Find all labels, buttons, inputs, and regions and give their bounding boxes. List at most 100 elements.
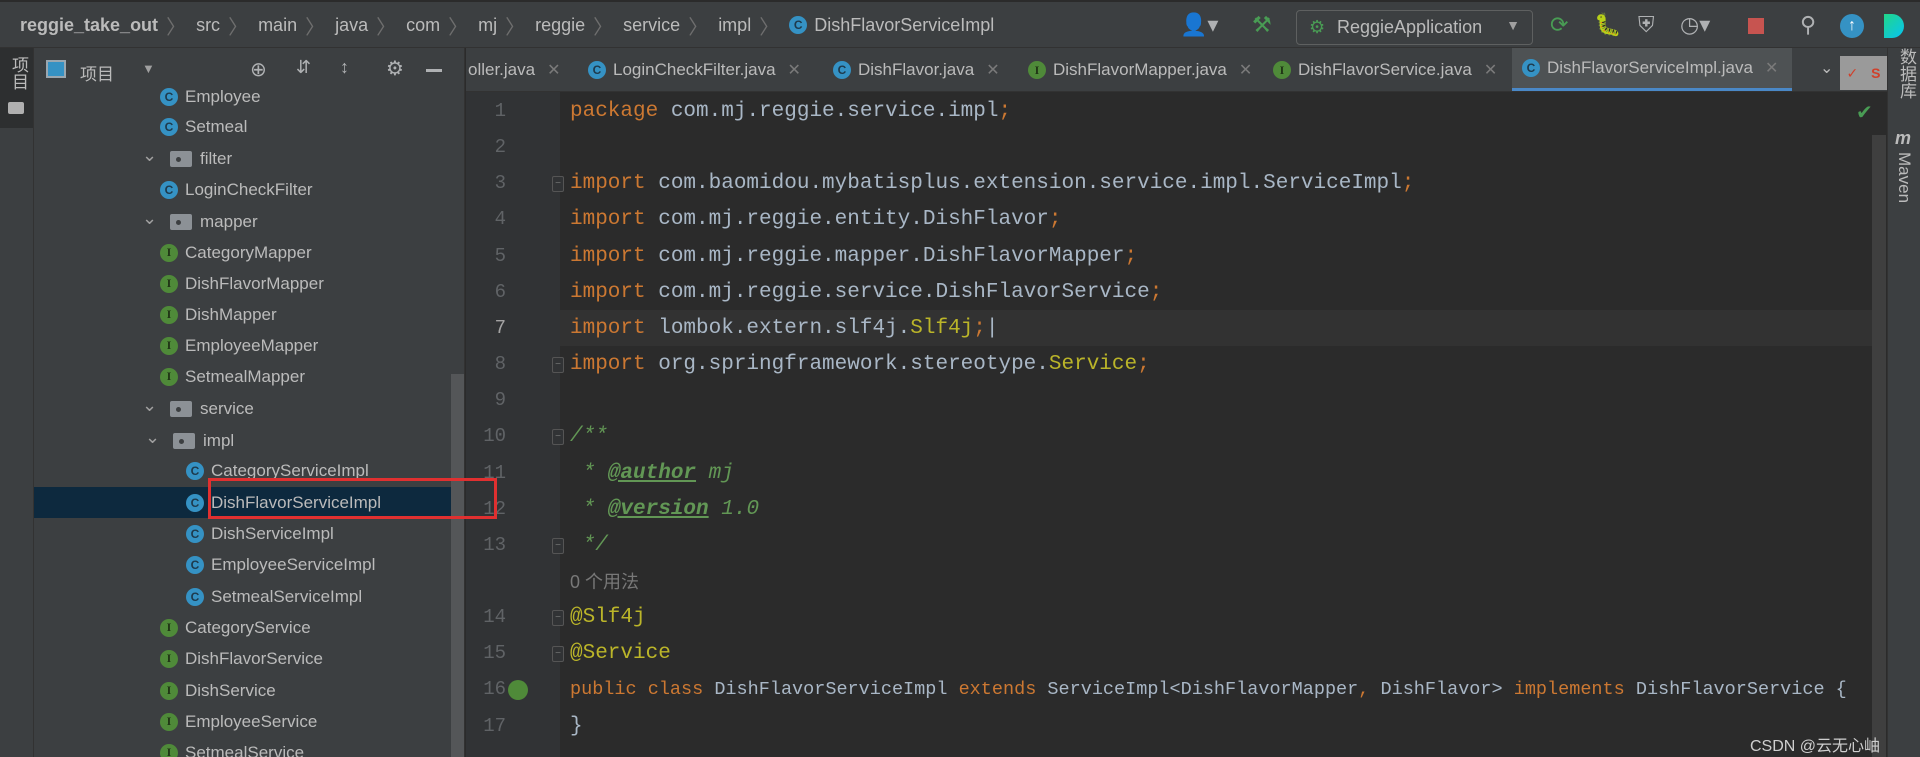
code-line: * @version 1.0 [570,492,759,528]
tab-logincheckfilter-java[interactable]: C LoginCheckFilter.java ✕ [578,48,815,91]
interface-icon: I [1273,61,1291,79]
tab-dishflavor-java[interactable]: C DishFlavor.java ✕ [823,48,1014,91]
chevron-down-icon[interactable]: ⌄ [142,208,157,229]
tree-item-categoryservice[interactable]: I CategoryService [34,612,464,643]
tabs-dropdown-icon[interactable]: ⌄ [1820,58,1833,78]
breadcrumb-item[interactable]: mj [478,15,497,36]
checklist-icon[interactable]: ✓ [1846,65,1858,82]
tree-item-categorymapper[interactable]: I CategoryMapper [34,237,464,268]
expand-all-icon[interactable]: ⇵ [296,57,311,78]
tab-dishflavorservice-java[interactable]: I DishFlavorService.java ✕ [1263,48,1511,91]
close-tab-icon[interactable]: ✕ [547,60,560,80]
fold-marker-icon[interactable]: − [552,357,564,374]
maven-tool-button[interactable]: Maven [1894,152,1914,203]
collapse-all-icon[interactable]: ↕ [340,57,349,78]
search-icon[interactable]: ⚲ [1800,12,1816,38]
breadcrumb-separator-icon: 〉 [228,16,249,39]
folder-icon [170,213,192,230]
tab-oller-java[interactable]: oller.java ✕ [466,48,575,91]
tree-item-employee[interactable]: C Employee [34,81,464,112]
floating-plugin-icons[interactable]: ✓ S [1840,56,1887,90]
tree-item-setmealservice[interactable]: I SetmealService [34,737,464,757]
minimize-icon[interactable] [426,69,442,72]
breadcrumb-item[interactable]: service [623,15,680,36]
breadcrumb-item[interactable]: com [406,15,440,36]
fold-marker-icon[interactable]: − [552,610,564,627]
breadcrumb-item[interactable]: java [335,15,368,36]
tree-item-mapper[interactable]: ⌄ mapper [34,206,464,237]
close-tab-icon[interactable]: ✕ [1484,60,1497,80]
fold-marker-icon[interactable]: − [552,537,564,554]
tree-item-dishflavormapper[interactable]: I DishFlavorMapper [34,268,464,299]
tree-item-setmealmapper[interactable]: I SetmealMapper [34,361,464,392]
breadcrumb-separator-icon: 〉 [166,16,187,39]
close-tab-icon[interactable]: ✕ [788,60,801,80]
database-tool-button[interactable]: 数据库 [1894,48,1919,99]
code-token: @author [607,461,697,485]
close-tab-icon[interactable]: ✕ [1239,60,1252,80]
code-line: package com.mj.reggie.service.impl; [570,94,1011,130]
breadcrumb-item[interactable]: main [258,15,297,36]
tree-item-employeemapper[interactable]: I EmployeeMapper [34,330,464,361]
tree-item-label: service [200,398,254,418]
line-number: 8 [494,353,506,376]
sogou-s-icon[interactable]: S [1871,65,1880,81]
breadcrumb-item[interactable]: src [196,15,220,36]
build-hammer-icon[interactable]: ⚒ [1252,12,1272,38]
run-configuration-select[interactable]: ⚙ ReggieApplication ▼ [1296,10,1533,45]
stop-icon[interactable] [1748,18,1764,34]
code-token: ; [1149,280,1163,304]
close-tab-icon[interactable]: ✕ [986,60,999,80]
no-problems-check-icon[interactable]: ✔ [1856,100,1873,125]
locate-target-icon[interactable]: ⊕ [250,57,267,82]
tree-item-dishmapper[interactable]: I DishMapper [34,299,464,330]
editor-scrollbar[interactable] [1872,135,1886,757]
breadcrumb-item[interactable]: reggie_take_out [20,15,158,36]
tree-item-employeeserviceimpl[interactable]: C EmployeeServiceImpl [34,549,464,580]
chevron-down-icon[interactable]: ⌄ [142,395,157,416]
debug-bug-icon[interactable]: 🐛 [1594,12,1621,38]
spring-boot-icon: ⚙ [1309,17,1326,37]
close-tab-icon[interactable]: ✕ [1765,58,1778,78]
breadcrumb-item[interactable]: reggie [535,15,585,36]
tab-label: LoginCheckFilter.java [613,60,776,79]
tab-dishflavorserviceimpl-java[interactable]: C DishFlavorServiceImpl.java ✕ [1512,48,1793,91]
fold-marker-icon[interactable]: − [552,429,564,446]
run-with-coverage-icon[interactable]: ⛨ [1638,12,1655,38]
profile-icon[interactable]: ◷▾ [1680,12,1710,38]
plugin-logo-icon[interactable] [1884,14,1904,38]
line-number: 1 [494,100,506,122]
code-token: import [570,244,659,268]
tree-item-setmealserviceimpl[interactable]: C SetmealServiceImpl [34,581,464,612]
breadcrumb-item[interactable]: DishFlavorServiceImpl [814,15,994,36]
vcs-user-icon[interactable]: 👤▾ [1180,12,1218,38]
tab-label: DishFlavor.java [858,60,975,79]
tree-item-employeeservice[interactable]: I EmployeeService [34,706,464,737]
breadcrumb-separator-icon: 〉 [505,16,526,39]
breadcrumb: reggie_take_out 〉 src 〉 main 〉 java 〉 com 〉 mj 〉 reg… [20,2,1002,48]
tab-dishflavormapper-java[interactable]: I DishFlavorMapper.java ✕ [1018,48,1266,91]
gear-icon[interactable]: ⚙ [386,56,404,81]
class-icon: C [186,461,204,480]
chevron-down-icon[interactable]: ⌄ [142,145,157,166]
update-arrow-icon[interactable]: ↑ [1840,14,1864,38]
tree-item-dishservice[interactable]: I DishService [34,675,464,706]
breadcrumb-item[interactable]: impl [718,15,751,36]
chevron-down-icon[interactable]: ▼ [142,61,155,76]
tree-item-filter[interactable]: ⌄ filter [34,143,464,174]
tree-item-label: DishFlavorMapper [185,273,324,293]
project-tool-button[interactable]: 项目 [0,48,33,128]
tree-item-logincheckfilter[interactable]: C LoginCheckFilter [34,174,464,205]
tree-item-dishserviceimpl[interactable]: C DishServiceImpl [34,518,464,549]
tree-item-impl[interactable]: ⌄ impl [34,425,464,456]
tree-item-service[interactable]: ⌄ service [34,393,464,424]
fold-marker-icon[interactable]: − [552,646,564,663]
code-token: import [570,172,659,196]
tree-scrollbar[interactable] [451,374,464,757]
rerun-icon[interactable]: ⟳ [1550,12,1568,38]
tree-item-setmeal[interactable]: C Setmeal [34,111,464,142]
tree-item-dishflavorservice[interactable]: I DishFlavorService [34,643,464,674]
fold-marker-icon[interactable]: − [552,176,564,193]
class-icon: C [186,587,204,606]
chevron-down-icon[interactable]: ⌄ [145,427,160,448]
